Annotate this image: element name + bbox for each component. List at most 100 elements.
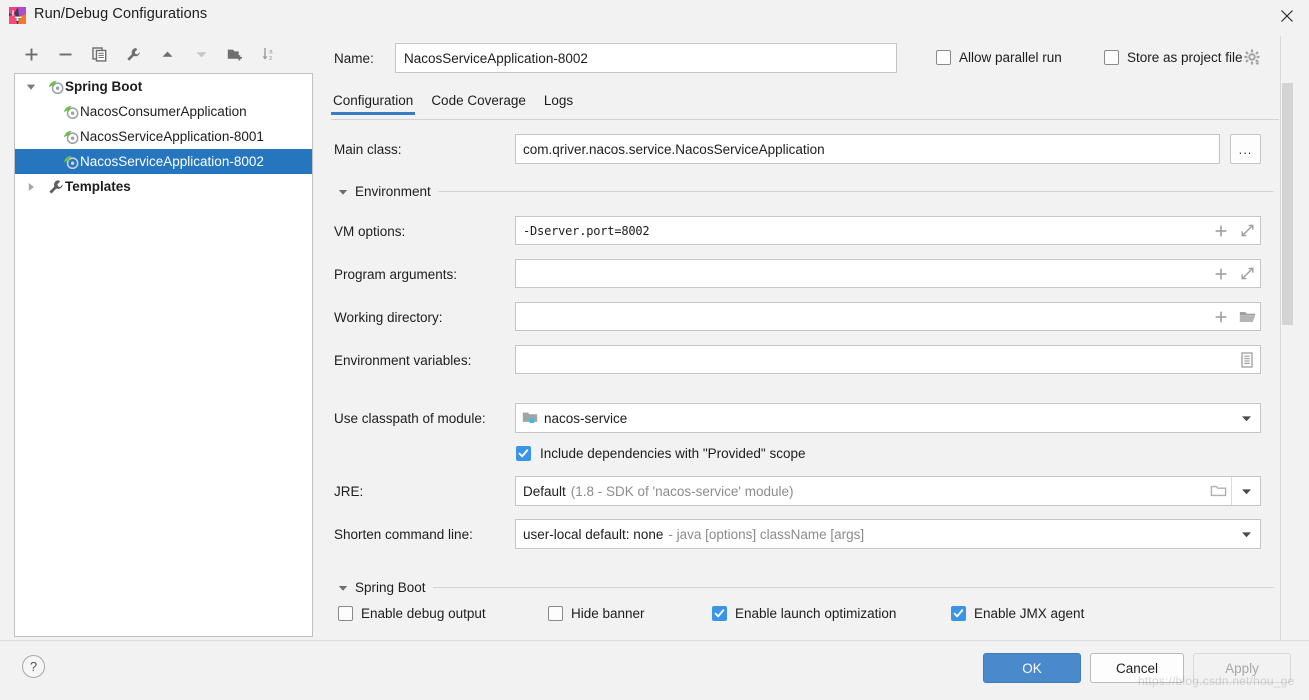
spring-boot-icon [63,129,79,145]
allow-parallel-run-label: Allow parallel run [959,50,1062,65]
move-down-button[interactable] [184,41,218,67]
remove-configuration-button[interactable] [48,41,82,67]
collapse-triangle-icon[interactable] [338,187,348,197]
enable-launch-optimization-checkbox[interactable]: Enable launch optimization [712,606,896,621]
plus-icon[interactable] [1208,260,1234,287]
tree-item-spring-boot[interactable]: Spring Boot [15,74,312,99]
jre-label: JRE: [334,484,364,499]
watermark-text: https://blog.csdn.net/hou_ge [1138,674,1295,688]
environment-section-header[interactable]: Environment [338,184,1274,199]
tree-item-label: NacosServiceApplication-8002 [80,154,264,169]
tree-item-label: NacosServiceApplication-8001 [80,129,264,144]
working-directory-input[interactable] [515,302,1261,331]
enable-debug-output-checkbox[interactable]: Enable debug output [338,606,486,621]
tree-item-nacos-consumer-application[interactable]: NacosConsumerApplication [15,99,312,124]
folder-icon[interactable] [1205,477,1231,505]
name-input-value: NacosServiceApplication-8002 [404,50,588,66]
edit-templates-button[interactable] [116,41,150,67]
spring-boot-section-label: Spring Boot [355,580,426,595]
jre-combobox[interactable]: Default (1.8 - SDK of 'nacos-service' mo… [515,476,1261,506]
use-classpath-of-module-combobox[interactable]: nacos-service [515,403,1261,433]
expand-icon[interactable] [1234,217,1260,244]
checkbox-box [951,606,966,621]
run-debug-configurations-dialog: Run/Debug Configurations a z Spring Boot… [0,0,1309,700]
close-icon[interactable] [1265,0,1309,31]
ok-button[interactable]: OK [983,653,1081,683]
tree-item-nacos-service-application-8001[interactable]: NacosServiceApplication-8001 [15,124,312,149]
twisty-expanded-icon[interactable] [23,79,39,95]
sort-az-icon[interactable]: a z [252,41,286,67]
checkbox-box [548,606,563,621]
folder-icon[interactable] [1234,303,1260,330]
section-divider-line [432,587,1274,588]
browse-button-label: ... [1238,141,1253,157]
checkbox-box [1104,50,1119,65]
environment-section-label: Environment [355,184,431,199]
hide-banner-label: Hide banner [571,606,645,621]
configurations-toolbar: a z [14,40,304,68]
main-class-input[interactable]: com.qriver.nacos.service.NacosServiceApp… [515,134,1220,164]
spring-boot-icon [48,79,64,95]
move-up-button[interactable] [150,41,184,67]
folder-add-icon[interactable] [218,41,252,67]
spring-boot-section-header[interactable]: Spring Boot [338,580,1274,595]
main-class-browse-button[interactable]: ... [1230,134,1261,164]
intellij-idea-icon [9,7,26,24]
vm-options-input[interactable]: -Dserver.port=8002 [515,216,1261,245]
use-classpath-of-module-label: Use classpath of module: [334,411,486,426]
shorten-command-line-value: user-local default: none [523,526,664,542]
chevron-down-icon[interactable] [1232,404,1260,432]
chevron-down-icon[interactable] [1232,520,1260,548]
content-scrollbar-thumb[interactable] [1282,83,1293,325]
svg-text:z: z [269,55,272,62]
include-provided-scope-label: Include dependencies with "Provided" sco… [540,446,806,461]
configuration-tabs: Configuration Code Coverage Logs [331,93,1279,120]
help-button[interactable]: ? [22,655,45,678]
tree-item-templates[interactable]: Templates [15,174,312,199]
program-arguments-input[interactable] [515,259,1261,288]
plus-icon[interactable] [1208,217,1234,244]
copy-configuration-button[interactable] [82,41,116,67]
tree-item-nacos-service-application-8002[interactable]: NacosServiceApplication-8002 [15,149,312,174]
tabs-divider [331,119,1279,120]
help-button-label: ? [29,659,38,674]
configurations-tree[interactable]: Spring Boot NacosConsumerApplication Nac… [14,73,313,637]
vm-options-label: VM options: [334,224,406,239]
use-classpath-of-module-value: nacos-service [544,410,628,426]
tab-label: Configuration [333,93,414,108]
plus-icon[interactable] [1208,303,1234,330]
ok-button-label: OK [1022,660,1042,676]
checkbox-box [936,50,951,65]
tab-configuration[interactable]: Configuration [331,93,416,115]
section-divider-line [437,191,1274,192]
enable-jmx-agent-label: Enable JMX agent [974,606,1085,621]
environment-variables-input[interactable] [515,345,1261,374]
chevron-down-icon[interactable] [1232,477,1260,505]
spring-boot-icon [63,154,79,170]
tab-code-coverage[interactable]: Code Coverage [429,93,528,115]
collapse-triangle-icon[interactable] [338,583,348,593]
tab-label: Logs [543,93,574,108]
include-provided-scope-checkbox[interactable]: Include dependencies with "Provided" sco… [516,446,806,461]
window-title: Run/Debug Configurations [34,6,208,22]
shorten-command-line-label: Shorten command line: [334,527,473,542]
allow-parallel-run-checkbox[interactable]: Allow parallel run [936,50,1062,65]
add-configuration-button[interactable] [14,41,48,67]
store-as-project-file-checkbox[interactable]: Store as project file [1104,50,1243,65]
checkbox-box [712,606,727,621]
working-directory-label: Working directory: [334,310,443,325]
gear-icon[interactable] [1243,48,1261,66]
shorten-command-line-combobox[interactable]: user-local default: none - java [options… [515,519,1261,549]
jre-value-hint: (1.8 - SDK of 'nacos-service' module) [570,483,794,499]
enable-jmx-agent-checkbox[interactable]: Enable JMX agent [951,606,1084,621]
name-input[interactable]: NacosServiceApplication-8002 [395,43,897,73]
tab-logs[interactable]: Logs [542,93,575,115]
checkbox-box [338,606,353,621]
twisty-collapsed-icon[interactable] [23,179,39,195]
shorten-command-line-hint: - java [options] className [args] [668,526,865,542]
footer-divider [0,640,1309,641]
list-edit-icon[interactable] [1234,346,1260,373]
tree-item-label: NacosConsumerApplication [80,104,247,119]
expand-icon[interactable] [1234,260,1260,287]
hide-banner-checkbox[interactable]: Hide banner [548,606,645,621]
